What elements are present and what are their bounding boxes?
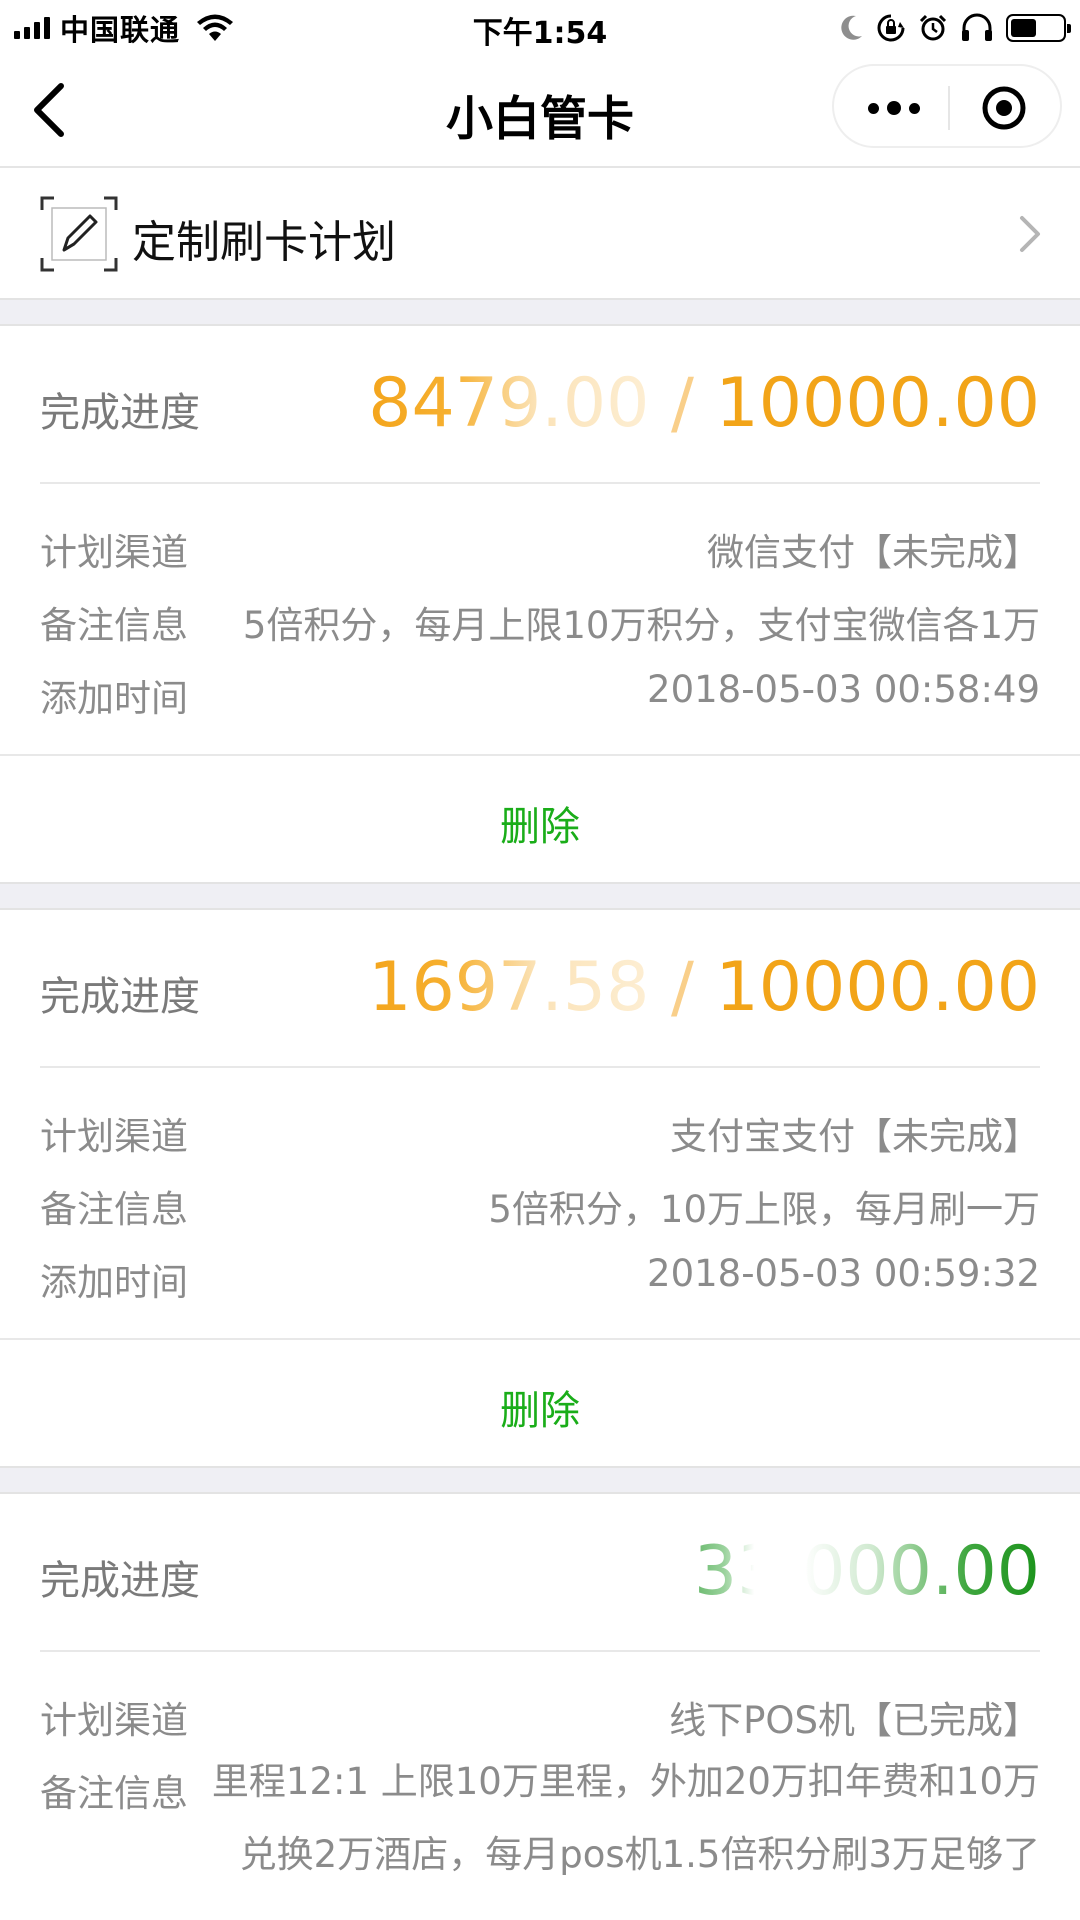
custom-plan-label: 定制刷卡计划 [132,217,396,268]
plan-info: 计划渠道 支付宝支付【未完成】 备注信息 5倍积分，10万上限，每月刷一万 添加… [40,1096,1040,1315]
added-value: 2018-05-03 00:58:49 [647,668,1040,711]
page: 中国联通 下午1:54 小白管卡 定制刷卡计划 完成进度 8479.00 / 1… [0,0,1080,1920]
action-row: 删除 [0,754,1080,880]
progress-done: 33 [693,1532,781,1611]
delete-button[interactable]: 删除 [0,1378,1080,1436]
progress-done: 8479.00 [368,364,650,443]
headphones-icon [962,13,992,41]
added-value: 2018-05-03 00:59:32 [647,1252,1040,1295]
section-gap [0,1466,1080,1494]
channel-label: 计划渠道 [40,1699,188,1742]
nav-bar: 小白管卡 [0,54,1080,168]
delete-button[interactable]: 删除 [0,794,1080,852]
progress-total: 000.00 [802,1532,1040,1611]
added-row: 添加时间 2018-05-03 00:59:32 [40,1242,1040,1315]
note-label: 备注信息 [40,1188,188,1231]
more-icon [868,102,879,114]
channel-value: 支付宝支付【未完成】 [670,1115,1040,1158]
alarm-icon [919,14,947,41]
status-bar: 中国联通 下午1:54 [0,0,1080,54]
plan-info: 计划渠道 微信支付【未完成】 备注信息 5倍积分，每月上限10万积分，支付宝微信… [40,512,1040,731]
progress-separator: / [649,364,716,443]
plan-card: 完成进度 33 000.00 计划渠道 线下POS机【已完成】 备注信息 里程1… [0,1496,1080,1920]
status-right [838,10,1071,46]
moon-icon [841,15,862,40]
progress-total: 10000.00 [715,948,1040,1027]
channel-row: 计划渠道 线下POS机【已完成】 [40,1680,1040,1753]
progress-label: 完成进度 [40,974,200,1020]
progress-label: 完成进度 [40,390,200,436]
battery-icon [1006,14,1071,42]
plan-card: 完成进度 1697.58 / 10000.00 计划渠道 支付宝支付【未完成】 … [0,912,1080,1468]
note-value: 里程12:1 上限10万里程，外加20万扣年费和10万兑换2万酒店，每月pos机… [211,1760,1040,1876]
note-value: 5倍积分，10万上限，每月刷一万 [488,1188,1040,1231]
added-label: 添加时间 [40,1909,188,1920]
note-value: 5倍积分，每月上限10万积分，支付宝微信各1万 [242,604,1040,647]
section-gap [0,298,1080,326]
note-label: 备注信息 [40,604,188,647]
note-row: 备注信息 5倍积分，每月上限10万积分，支付宝微信各1万 [40,585,1040,658]
channel-value: 微信支付【未完成】 [707,531,1040,574]
note-label: 备注信息 [40,1772,188,1815]
mini-program-capsule [832,64,1062,148]
progress-label: 完成进度 [40,1558,200,1604]
more-button[interactable] [852,80,936,136]
custom-plan-entry[interactable]: 定制刷卡计划 [0,170,1080,296]
channel-row: 计划渠道 支付宝支付【未完成】 [40,1096,1040,1169]
orientation-lock-icon [877,14,905,42]
added-row: 添加时间 2018-05-03 00:58:49 [40,658,1040,731]
chevron-right-icon [1020,216,1040,252]
section-gap [0,882,1080,910]
progress-separator [780,1532,802,1611]
progress-row: 完成进度 33 000.00 [40,1496,1040,1652]
channel-label: 计划渠道 [40,531,188,574]
note-row: 备注信息 里程12:1 上限10万里程，外加20万扣年费和10万兑换2万酒店，每… [40,1753,1040,1899]
close-button[interactable] [962,78,1046,138]
progress-row: 完成进度 8479.00 / 10000.00 [40,328,1040,484]
added-label: 添加时间 [40,1261,188,1304]
added-label: 添加时间 [40,677,188,720]
progress-done: 1697.58 [368,948,650,1027]
close-target-icon [982,86,1026,130]
note-row: 备注信息 5倍积分，10万上限，每月刷一万 [40,1169,1040,1242]
capsule-divider [948,86,950,130]
plan-info: 计划渠道 线下POS机【已完成】 备注信息 里程12:1 上限10万里程，外加2… [40,1680,1040,1920]
progress-value: 8479.00 / 10000.00 [368,364,1040,443]
channel-value: 线下POS机【已完成】 [669,1699,1040,1742]
progress-value: 1697.58 / 10000.00 [368,948,1040,1027]
channel-label: 计划渠道 [40,1115,188,1158]
action-row: 删除 [0,1338,1080,1464]
progress-row: 完成进度 1697.58 / 10000.00 [40,912,1040,1068]
progress-value: 33 000.00 [694,1532,1040,1611]
progress-total: 10000.00 [715,364,1040,443]
channel-row: 计划渠道 微信支付【未完成】 [40,512,1040,585]
added-row: 添加时间 [40,1899,1040,1920]
pen-edit-icon [40,196,118,272]
progress-separator: / [649,948,716,1027]
plan-card: 完成进度 8479.00 / 10000.00 计划渠道 微信支付【未完成】 备… [0,328,1080,882]
